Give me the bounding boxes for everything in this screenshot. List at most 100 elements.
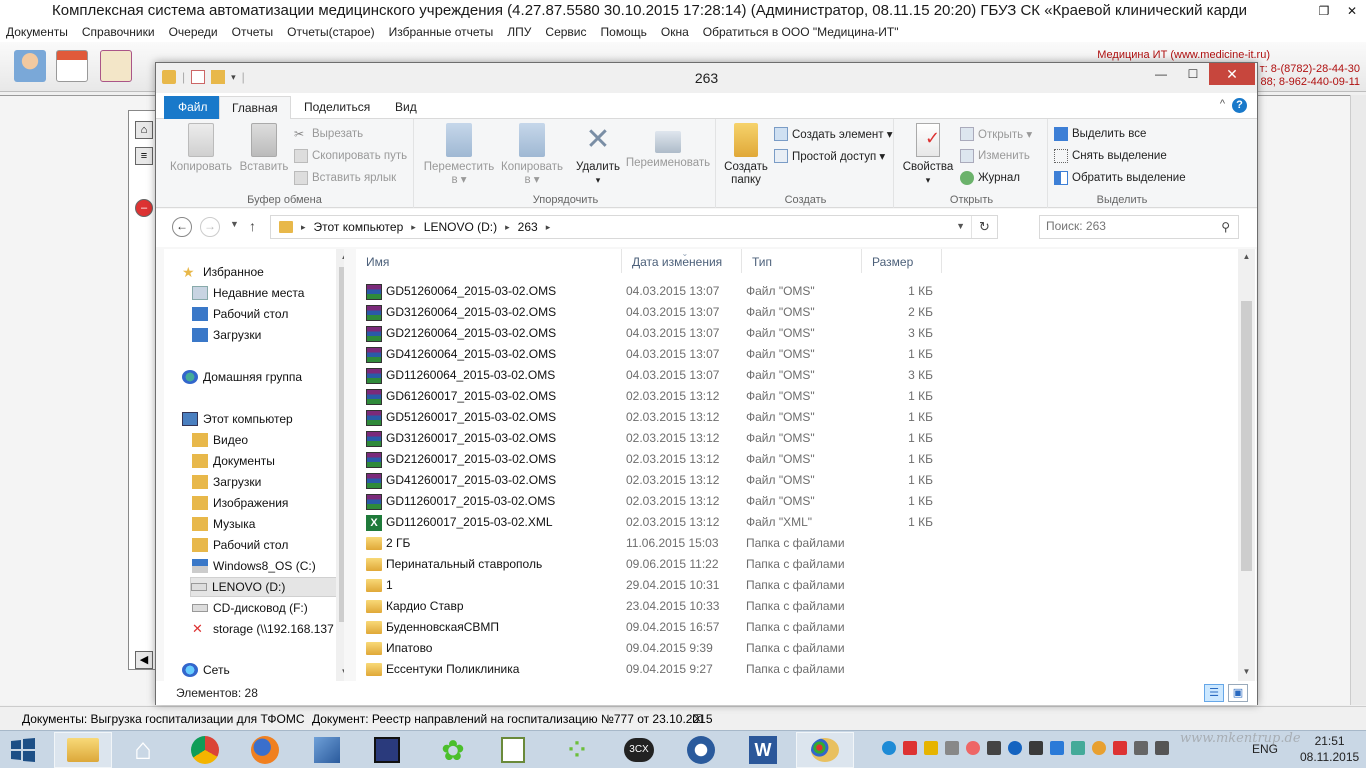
taskbar-paint[interactable] xyxy=(796,732,854,768)
menu-documents[interactable]: Документы xyxy=(6,22,68,42)
address-dropdown-icon[interactable]: ▼ xyxy=(956,221,965,231)
nav-drive-c[interactable]: Windows8_OS (C:) xyxy=(192,556,344,576)
nav-this-pc[interactable]: Этот компьютер xyxy=(182,409,344,429)
edit-button[interactable]: Изменить xyxy=(960,147,1030,165)
db-icon[interactable]: ≡ xyxy=(135,147,153,165)
close-button[interactable]: ✕ xyxy=(1209,63,1255,85)
nav-music[interactable]: Музыка xyxy=(192,514,344,534)
file-row[interactable]: GD41260017_2015-03-02.OMS 02.03.2015 13:1… xyxy=(356,470,1236,491)
sync-icon[interactable] xyxy=(1071,741,1085,755)
copy-button[interactable]: Копировать xyxy=(168,123,234,174)
status-doc-2[interactable]: Документ: Реестр направлений на госпитал… xyxy=(312,707,713,731)
details-view-button[interactable]: ☰ xyxy=(1204,684,1224,702)
recent-locations-icon[interactable]: ▼ xyxy=(230,219,239,229)
tab-view[interactable]: Вид xyxy=(383,96,429,119)
file-row[interactable]: Перинатальный ставрополь 09.06.2015 11:22… xyxy=(356,554,1236,575)
refresh-button[interactable]: ↻ xyxy=(971,216,997,238)
file-row[interactable]: GD41260064_2015-03-02.OMS 04.03.2015 13:0… xyxy=(356,344,1236,365)
network-tray-icon[interactable] xyxy=(945,741,959,755)
calendar-icon[interactable] xyxy=(56,50,88,82)
scroll-down-icon[interactable]: ▼ xyxy=(336,667,344,676)
clock[interactable]: 21:51 08.11.2015 xyxy=(1300,733,1359,765)
address-bar[interactable]: ▸ Этот компьютер ▸ LENOVO (D:) ▸ 263 ▸ ▼… xyxy=(270,215,998,239)
crumb-this-pc[interactable]: Этот компьютер xyxy=(314,220,404,234)
taskbar-word[interactable]: W xyxy=(734,732,792,768)
home-icon[interactable]: ⌂ xyxy=(135,121,153,139)
file-row[interactable]: GD31260064_2015-03-02.OMS 04.03.2015 13:0… xyxy=(356,302,1236,323)
file-row[interactable]: GD51260017_2015-03-02.OMS 02.03.2015 13:1… xyxy=(356,407,1236,428)
taskbar-virtualbox[interactable] xyxy=(298,732,356,768)
nav-images[interactable]: Изображения xyxy=(192,493,344,513)
nav-downloads[interactable]: Загрузки xyxy=(192,325,344,345)
chrome-tray-icon[interactable] xyxy=(1092,741,1106,755)
search-input[interactable] xyxy=(1046,219,1206,233)
column-type[interactable]: Тип xyxy=(742,249,862,273)
file-row[interactable]: Ессентуки Поликлиника 09.04.2015 9:27 Папк… xyxy=(356,659,1236,680)
menu-reports[interactable]: Отчеты xyxy=(232,22,273,42)
status-close-icon[interactable]: ☒ xyxy=(692,707,703,731)
menu-queues[interactable]: Очереди xyxy=(169,22,218,42)
copy-path-button[interactable]: Скопировать путь xyxy=(294,147,407,165)
file-row[interactable]: 1 29.04.2015 10:31 Папка с файлами xyxy=(356,575,1236,596)
collapse-ribbon-icon[interactable]: ^ xyxy=(1220,98,1225,110)
rename-button[interactable]: Переименовать xyxy=(624,123,712,170)
new-item-button[interactable]: Создать элемент ▾ xyxy=(774,125,893,143)
list-scrollbar[interactable]: ▲ ▼ xyxy=(1238,249,1255,681)
taskbar-save-app[interactable] xyxy=(358,732,416,768)
status-doc-1[interactable]: Документы: Выгрузка госпитализации для Т… xyxy=(22,707,305,731)
file-row[interactable]: GD31260017_2015-03-02.OMS 02.03.2015 13:1… xyxy=(356,428,1236,449)
search-box[interactable]: ⚲ xyxy=(1039,215,1239,239)
column-size[interactable]: Размер xyxy=(862,249,942,273)
document-icon[interactable] xyxy=(100,50,132,82)
nav-storage[interactable]: ✕ storage (\\192.168.137 xyxy=(192,619,344,639)
scroll-down-icon[interactable]: ▼ xyxy=(1238,667,1255,676)
nav-drive-f[interactable]: CD-дисковод (F:) xyxy=(192,598,344,618)
help-icon[interactable]: ? xyxy=(1232,98,1247,113)
taskbar-ib[interactable]: ⁘ xyxy=(548,732,606,768)
nav-video[interactable]: Видео xyxy=(192,430,344,450)
stop-icon[interactable]: – xyxy=(135,199,153,217)
menu-favorite-reports[interactable]: Избранные отчеты xyxy=(389,22,494,42)
gear-tray-icon[interactable] xyxy=(966,741,980,755)
crumb-263[interactable]: 263 xyxy=(518,220,538,234)
cloud-icon[interactable] xyxy=(1050,741,1064,755)
scroll-up-icon[interactable]: ▲ xyxy=(1238,252,1255,261)
nav-homegroup[interactable]: Домашняя группа xyxy=(182,367,344,387)
nav-scroll-thumb[interactable] xyxy=(339,267,344,622)
minimize-button[interactable]: — xyxy=(1145,63,1177,85)
tab-file[interactable]: Файл xyxy=(164,96,222,119)
nav-downloads-pc[interactable]: Загрузки xyxy=(192,472,344,492)
antivirus-icon[interactable] xyxy=(903,741,917,755)
list-scroll-thumb[interactable] xyxy=(1241,301,1252,571)
scroll-up-icon[interactable]: ▲ xyxy=(336,252,344,261)
windows-start-icon[interactable] xyxy=(8,737,38,763)
nav-recent[interactable]: Недавние места xyxy=(192,283,344,303)
up-arrow-icon[interactable]: ↑ xyxy=(249,218,256,234)
monitor-icon[interactable] xyxy=(987,741,1001,755)
menu-service[interactable]: Сервис xyxy=(545,22,586,42)
file-row[interactable]: GD11260017_2015-03-02.OMS 02.03.2015 13:1… xyxy=(356,491,1236,512)
file-row[interactable]: GD21260064_2015-03-02.OMS 04.03.2015 13:0… xyxy=(356,323,1236,344)
tab-share[interactable]: Поделиться xyxy=(292,96,382,119)
file-row[interactable]: БуденновскаяСВМП 09.04.2015 16:57 Папка с … xyxy=(356,617,1236,638)
app-scrollbar[interactable] xyxy=(1350,95,1366,705)
crumb-drive-d[interactable]: LENOVO (D:) xyxy=(424,220,497,234)
menu-reports-old[interactable]: Отчеты(старое) xyxy=(287,22,375,42)
nav-scrollbar[interactable]: ▲ ▼ xyxy=(336,249,344,681)
scroll-left-icon[interactable]: ◀ xyxy=(135,651,153,669)
app-close-button[interactable]: ✕ xyxy=(1338,0,1366,22)
menu-help[interactable]: Помощь xyxy=(601,22,647,42)
copy-to-button[interactable]: Копировать в ▾ xyxy=(496,123,568,187)
file-row[interactable]: GD61260017_2015-03-02.OMS 02.03.2015 13:1… xyxy=(356,386,1236,407)
app-brand[interactable]: Медицина ИТ (www.medicine-it.ru) xyxy=(1097,49,1270,61)
file-row[interactable]: GD51260064_2015-03-02.OMS 04.03.2015 13:0… xyxy=(356,281,1236,302)
warning-icon[interactable] xyxy=(924,741,938,755)
file-row[interactable]: X GD11260017_2015-03-02.XML 02.03.2015 13:… xyxy=(356,512,1236,533)
nav-desktop[interactable]: Рабочий стол xyxy=(192,304,344,324)
large-icons-view-button[interactable]: ▣ xyxy=(1228,684,1248,702)
cut-button[interactable]: ✂ Вырезать xyxy=(294,125,363,143)
move-to-button[interactable]: Переместить в ▾ xyxy=(422,123,496,187)
ie-icon[interactable] xyxy=(882,741,896,755)
maximize-button[interactable]: ☐ xyxy=(1177,63,1209,85)
paste-button[interactable]: Вставить xyxy=(236,123,292,174)
